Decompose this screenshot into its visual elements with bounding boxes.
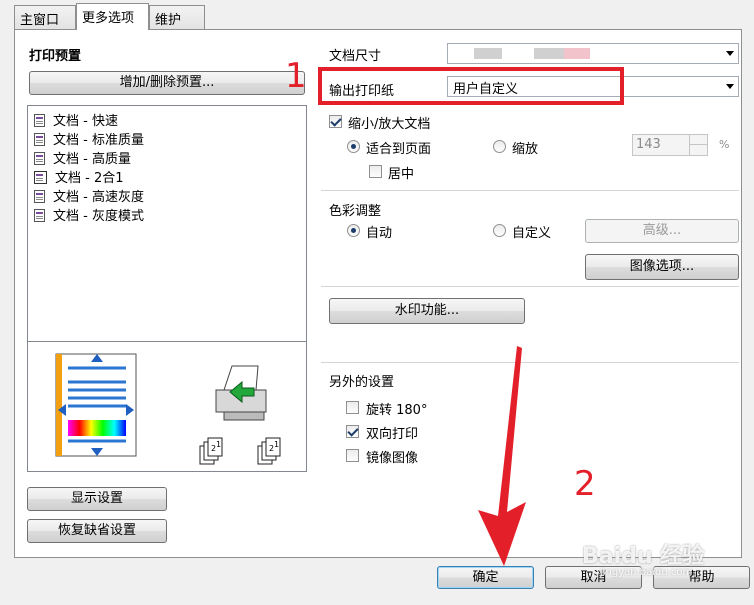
- two-up-icon: [34, 171, 47, 184]
- extra-settings-title: 另外的设置: [329, 375, 395, 390]
- document-icon: [34, 190, 45, 203]
- list-item[interactable]: 文档 - 高质量: [34, 148, 131, 167]
- restore-defaults-button[interactable]: 恢复缺省设置: [27, 519, 167, 543]
- advanced-button[interactable]: 高级...: [585, 219, 739, 243]
- color-custom-label: 自定义: [512, 226, 552, 241]
- document-size-select[interactable]: [447, 43, 739, 64]
- spin-up-icon[interactable]: [689, 135, 707, 145]
- chevron-down-icon: [726, 51, 734, 56]
- document-icon: [34, 209, 45, 222]
- step-marker-1: 1: [285, 56, 307, 96]
- document-size-label: 文档尺寸: [329, 49, 382, 64]
- tab-main-window[interactable]: 主窗口: [14, 5, 76, 29]
- bidirectional-checkbox[interactable]: [346, 425, 359, 438]
- red-arrow-to-ok: [478, 346, 526, 566]
- add-remove-presets-button[interactable]: 增加/删除预置...: [29, 71, 305, 95]
- divider: [321, 286, 739, 287]
- mirror-image-checkbox[interactable]: [346, 449, 359, 462]
- zoom-stepper[interactable]: 143: [632, 134, 708, 156]
- zoom-radio[interactable]: [493, 140, 506, 153]
- divider: [321, 190, 739, 191]
- presets-title: 打印预置: [29, 49, 82, 64]
- tab-maintenance[interactable]: 维护: [149, 5, 205, 29]
- highlight-box-output-paper: [318, 67, 624, 105]
- baidu-watermark: Baidu 经验: [582, 544, 705, 569]
- blurred-value: [564, 48, 590, 59]
- print-preview-box: 21 21: [27, 341, 307, 472]
- rotate-180-label: 旋转 180°: [366, 403, 428, 418]
- reduce-enlarge-label: 缩小/放大文档: [348, 117, 431, 132]
- step-marker-2: 2: [574, 464, 596, 504]
- document-icon: [34, 152, 45, 165]
- color-auto-label: 自动: [366, 226, 393, 241]
- list-item[interactable]: 文档 - 2合1: [34, 167, 124, 186]
- list-item[interactable]: 文档 - 快速: [34, 110, 118, 129]
- list-item[interactable]: 文档 - 标准质量: [34, 129, 144, 148]
- image-options-button[interactable]: 图像选项...: [585, 254, 739, 280]
- center-checkbox[interactable]: [369, 165, 382, 178]
- svg-text:1: 1: [274, 440, 279, 449]
- zoom-value: 143: [636, 137, 661, 152]
- baidu-watermark-url: jingyan.baidu.com: [600, 567, 693, 578]
- center-label: 居中: [388, 167, 415, 182]
- color-adjust-title: 色彩调整: [329, 204, 382, 219]
- fit-to-page-radio[interactable]: [347, 140, 360, 153]
- presets-list[interactable]: 文档 - 快速 文档 - 标准质量 文档 - 高质量 文档 - 2合1 文档 -…: [27, 105, 307, 342]
- blurred-value: [474, 48, 502, 59]
- svg-text:1: 1: [216, 440, 221, 449]
- chevron-down-icon: [726, 84, 734, 89]
- watermark-button[interactable]: 水印功能...: [329, 298, 525, 324]
- blurred-value: [534, 48, 564, 59]
- color-custom-radio[interactable]: [493, 224, 506, 237]
- fit-to-page-label: 适合到页面: [366, 142, 432, 157]
- rotate-180-checkbox[interactable]: [346, 401, 359, 414]
- spin-down-icon[interactable]: [689, 145, 707, 155]
- list-item[interactable]: 文档 - 灰度模式: [34, 205, 144, 224]
- bidirectional-label: 双向打印: [366, 427, 419, 442]
- mirror-image-label: 镜像图像: [366, 451, 419, 466]
- show-settings-button[interactable]: 显示设置: [27, 487, 167, 511]
- options-panel: 打印预置 增加/删除预置... 文档 - 快速 文档 - 标准质量 文档 - 高…: [14, 29, 742, 558]
- tab-more-options[interactable]: 更多选项: [76, 3, 149, 30]
- color-auto-radio[interactable]: [347, 224, 360, 237]
- zoom-unit: %: [719, 138, 730, 151]
- document-icon: [34, 133, 45, 146]
- document-icon: [34, 114, 45, 127]
- zoom-label: 缩放: [512, 142, 539, 157]
- list-item[interactable]: 文档 - 高速灰度: [34, 186, 144, 205]
- page-preview-illustration: 21 21: [55, 353, 281, 465]
- printer-icon: [215, 365, 267, 421]
- reduce-enlarge-checkbox[interactable]: [329, 115, 342, 128]
